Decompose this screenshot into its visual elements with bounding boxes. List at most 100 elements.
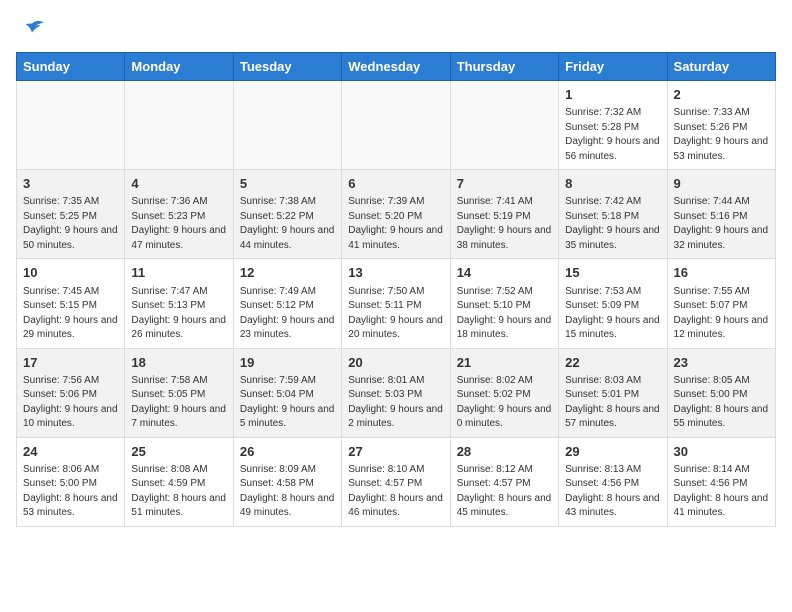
calendar-day [125, 81, 233, 170]
day-info: Sunrise: 7:52 AM Sunset: 5:10 PM Dayligh… [457, 285, 552, 343]
day-info: Sunrise: 8:13 AM Sunset: 4:56 PM Dayligh… [565, 463, 660, 521]
day-number: 8 [565, 175, 660, 193]
calendar-day: 21 Sunrise: 8:02 AM Sunset: 5:02 PM Dayli… [450, 348, 558, 437]
day-number: 30 [674, 443, 769, 461]
day-info: Sunrise: 7:59 AM Sunset: 5:04 PM Dayligh… [240, 374, 335, 432]
calendar-day: 30 Sunrise: 8:14 AM Sunset: 4:56 PM Dayli… [667, 437, 775, 526]
day-number: 26 [240, 443, 335, 461]
day-info: Sunrise: 8:09 AM Sunset: 4:58 PM Dayligh… [240, 463, 335, 521]
calendar-day: 2 Sunrise: 7:33 AM Sunset: 5:26 PM Daylig… [667, 81, 775, 170]
calendar-day: 27 Sunrise: 8:10 AM Sunset: 4:57 PM Dayli… [342, 437, 450, 526]
calendar-day [450, 81, 558, 170]
calendar-day: 8 Sunrise: 7:42 AM Sunset: 5:18 PM Daylig… [559, 170, 667, 259]
calendar-week-3: 10 Sunrise: 7:45 AM Sunset: 5:15 PM Dayli… [17, 259, 776, 348]
logo [16, 16, 46, 44]
calendar-day: 14 Sunrise: 7:52 AM Sunset: 5:10 PM Dayli… [450, 259, 558, 348]
day-info: Sunrise: 7:38 AM Sunset: 5:22 PM Dayligh… [240, 195, 335, 253]
calendar-day: 23 Sunrise: 8:05 AM Sunset: 5:00 PM Dayli… [667, 348, 775, 437]
day-info: Sunrise: 7:50 AM Sunset: 5:11 PM Dayligh… [348, 285, 443, 343]
calendar-day [342, 81, 450, 170]
column-header-monday: Monday [125, 53, 233, 81]
calendar-day: 3Sunrise: 7:35 AM Sunset: 5:25 PM Daylig… [17, 170, 125, 259]
day-number: 14 [457, 264, 552, 282]
day-number: 2 [674, 86, 769, 104]
calendar-week-1: 1 Sunrise: 7:32 AM Sunset: 5:28 PM Daylig… [17, 81, 776, 170]
day-info: Sunrise: 8:03 AM Sunset: 5:01 PM Dayligh… [565, 374, 660, 432]
day-number: 27 [348, 443, 443, 461]
day-info: Sunrise: 8:02 AM Sunset: 5:02 PM Dayligh… [457, 374, 552, 432]
day-info: Sunrise: 7:53 AM Sunset: 5:09 PM Dayligh… [565, 285, 660, 343]
calendar-day: 5 Sunrise: 7:38 AM Sunset: 5:22 PM Daylig… [233, 170, 341, 259]
day-info: Sunrise: 7:41 AM Sunset: 5:19 PM Dayligh… [457, 195, 552, 253]
day-number: 29 [565, 443, 660, 461]
day-info: Sunrise: 7:45 AM Sunset: 5:15 PM Dayligh… [23, 285, 118, 343]
calendar-day: 10 Sunrise: 7:45 AM Sunset: 5:15 PM Dayli… [17, 259, 125, 348]
calendar-day: 22Sunrise: 8:03 AM Sunset: 5:01 PM Dayli… [559, 348, 667, 437]
day-number: 7 [457, 175, 552, 193]
calendar-day: 19 Sunrise: 7:59 AM Sunset: 5:04 PM Dayli… [233, 348, 341, 437]
day-number: 17 [23, 354, 118, 372]
column-header-wednesday: Wednesday [342, 53, 450, 81]
day-info: Sunrise: 7:35 AM Sunset: 5:25 PM Dayligh… [23, 195, 118, 253]
day-info: Sunrise: 8:05 AM Sunset: 5:00 PM Dayligh… [674, 374, 769, 432]
day-number: 1 [565, 86, 660, 104]
day-number: 18 [131, 354, 226, 372]
calendar-day: 26 Sunrise: 8:09 AM Sunset: 4:58 PM Dayli… [233, 437, 341, 526]
calendar-week-5: 24Sunrise: 8:06 AM Sunset: 5:00 PM Dayli… [17, 437, 776, 526]
day-number: 21 [457, 354, 552, 372]
day-info: Sunrise: 8:14 AM Sunset: 4:56 PM Dayligh… [674, 463, 769, 521]
calendar-day: 20Sunrise: 8:01 AM Sunset: 5:03 PM Dayli… [342, 348, 450, 437]
logo-bird-icon [18, 16, 46, 44]
calendar-day: 4 Sunrise: 7:36 AM Sunset: 5:23 PM Daylig… [125, 170, 233, 259]
day-number: 15 [565, 264, 660, 282]
day-number: 16 [674, 264, 769, 282]
day-number: 11 [131, 264, 226, 282]
day-info: Sunrise: 8:08 AM Sunset: 4:59 PM Dayligh… [131, 463, 226, 521]
calendar-day: 18 Sunrise: 7:58 AM Sunset: 5:05 PM Dayli… [125, 348, 233, 437]
calendar-day: 16Sunrise: 7:55 AM Sunset: 5:07 PM Dayli… [667, 259, 775, 348]
day-number: 24 [23, 443, 118, 461]
calendar-day: 17 Sunrise: 7:56 AM Sunset: 5:06 PM Dayli… [17, 348, 125, 437]
calendar-header-row: SundayMondayTuesdayWednesdayThursdayFrid… [17, 53, 776, 81]
day-info: Sunrise: 7:36 AM Sunset: 5:23 PM Dayligh… [131, 195, 226, 253]
day-number: 25 [131, 443, 226, 461]
day-number: 20 [348, 354, 443, 372]
column-header-thursday: Thursday [450, 53, 558, 81]
day-info: Sunrise: 8:10 AM Sunset: 4:57 PM Dayligh… [348, 463, 443, 521]
day-info: Sunrise: 7:47 AM Sunset: 5:13 PM Dayligh… [131, 285, 226, 343]
day-info: Sunrise: 7:58 AM Sunset: 5:05 PM Dayligh… [131, 374, 226, 432]
day-number: 13 [348, 264, 443, 282]
calendar-day: 7 Sunrise: 7:41 AM Sunset: 5:19 PM Daylig… [450, 170, 558, 259]
calendar-day: 11 Sunrise: 7:47 AM Sunset: 5:13 PM Dayli… [125, 259, 233, 348]
column-header-friday: Friday [559, 53, 667, 81]
day-number: 6 [348, 175, 443, 193]
day-number: 23 [674, 354, 769, 372]
calendar-day [233, 81, 341, 170]
calendar-week-2: 3Sunrise: 7:35 AM Sunset: 5:25 PM Daylig… [17, 170, 776, 259]
day-number: 19 [240, 354, 335, 372]
calendar-day: 9Sunrise: 7:44 AM Sunset: 5:16 PM Daylig… [667, 170, 775, 259]
day-number: 12 [240, 264, 335, 282]
calendar-day: 6 Sunrise: 7:39 AM Sunset: 5:20 PM Daylig… [342, 170, 450, 259]
day-info: Sunrise: 7:33 AM Sunset: 5:26 PM Dayligh… [674, 106, 769, 164]
day-number: 4 [131, 175, 226, 193]
calendar-day: 24Sunrise: 8:06 AM Sunset: 5:00 PM Dayli… [17, 437, 125, 526]
calendar-day: 28Sunrise: 8:12 AM Sunset: 4:57 PM Dayli… [450, 437, 558, 526]
calendar-day: 15 Sunrise: 7:53 AM Sunset: 5:09 PM Dayli… [559, 259, 667, 348]
day-number: 10 [23, 264, 118, 282]
calendar-week-4: 17 Sunrise: 7:56 AM Sunset: 5:06 PM Dayli… [17, 348, 776, 437]
day-number: 5 [240, 175, 335, 193]
day-info: Sunrise: 7:49 AM Sunset: 5:12 PM Dayligh… [240, 285, 335, 343]
column-header-saturday: Saturday [667, 53, 775, 81]
calendar-day: 13 Sunrise: 7:50 AM Sunset: 5:11 PM Dayli… [342, 259, 450, 348]
calendar-day [17, 81, 125, 170]
day-info: Sunrise: 8:12 AM Sunset: 4:57 PM Dayligh… [457, 463, 552, 521]
day-info: Sunrise: 7:32 AM Sunset: 5:28 PM Dayligh… [565, 106, 660, 164]
calendar-day: 25 Sunrise: 8:08 AM Sunset: 4:59 PM Dayli… [125, 437, 233, 526]
column-header-sunday: Sunday [17, 53, 125, 81]
day-info: Sunrise: 7:42 AM Sunset: 5:18 PM Dayligh… [565, 195, 660, 253]
column-header-tuesday: Tuesday [233, 53, 341, 81]
day-info: Sunrise: 7:44 AM Sunset: 5:16 PM Dayligh… [674, 195, 769, 253]
day-info: Sunrise: 7:56 AM Sunset: 5:06 PM Dayligh… [23, 374, 118, 432]
day-info: Sunrise: 7:39 AM Sunset: 5:20 PM Dayligh… [348, 195, 443, 253]
